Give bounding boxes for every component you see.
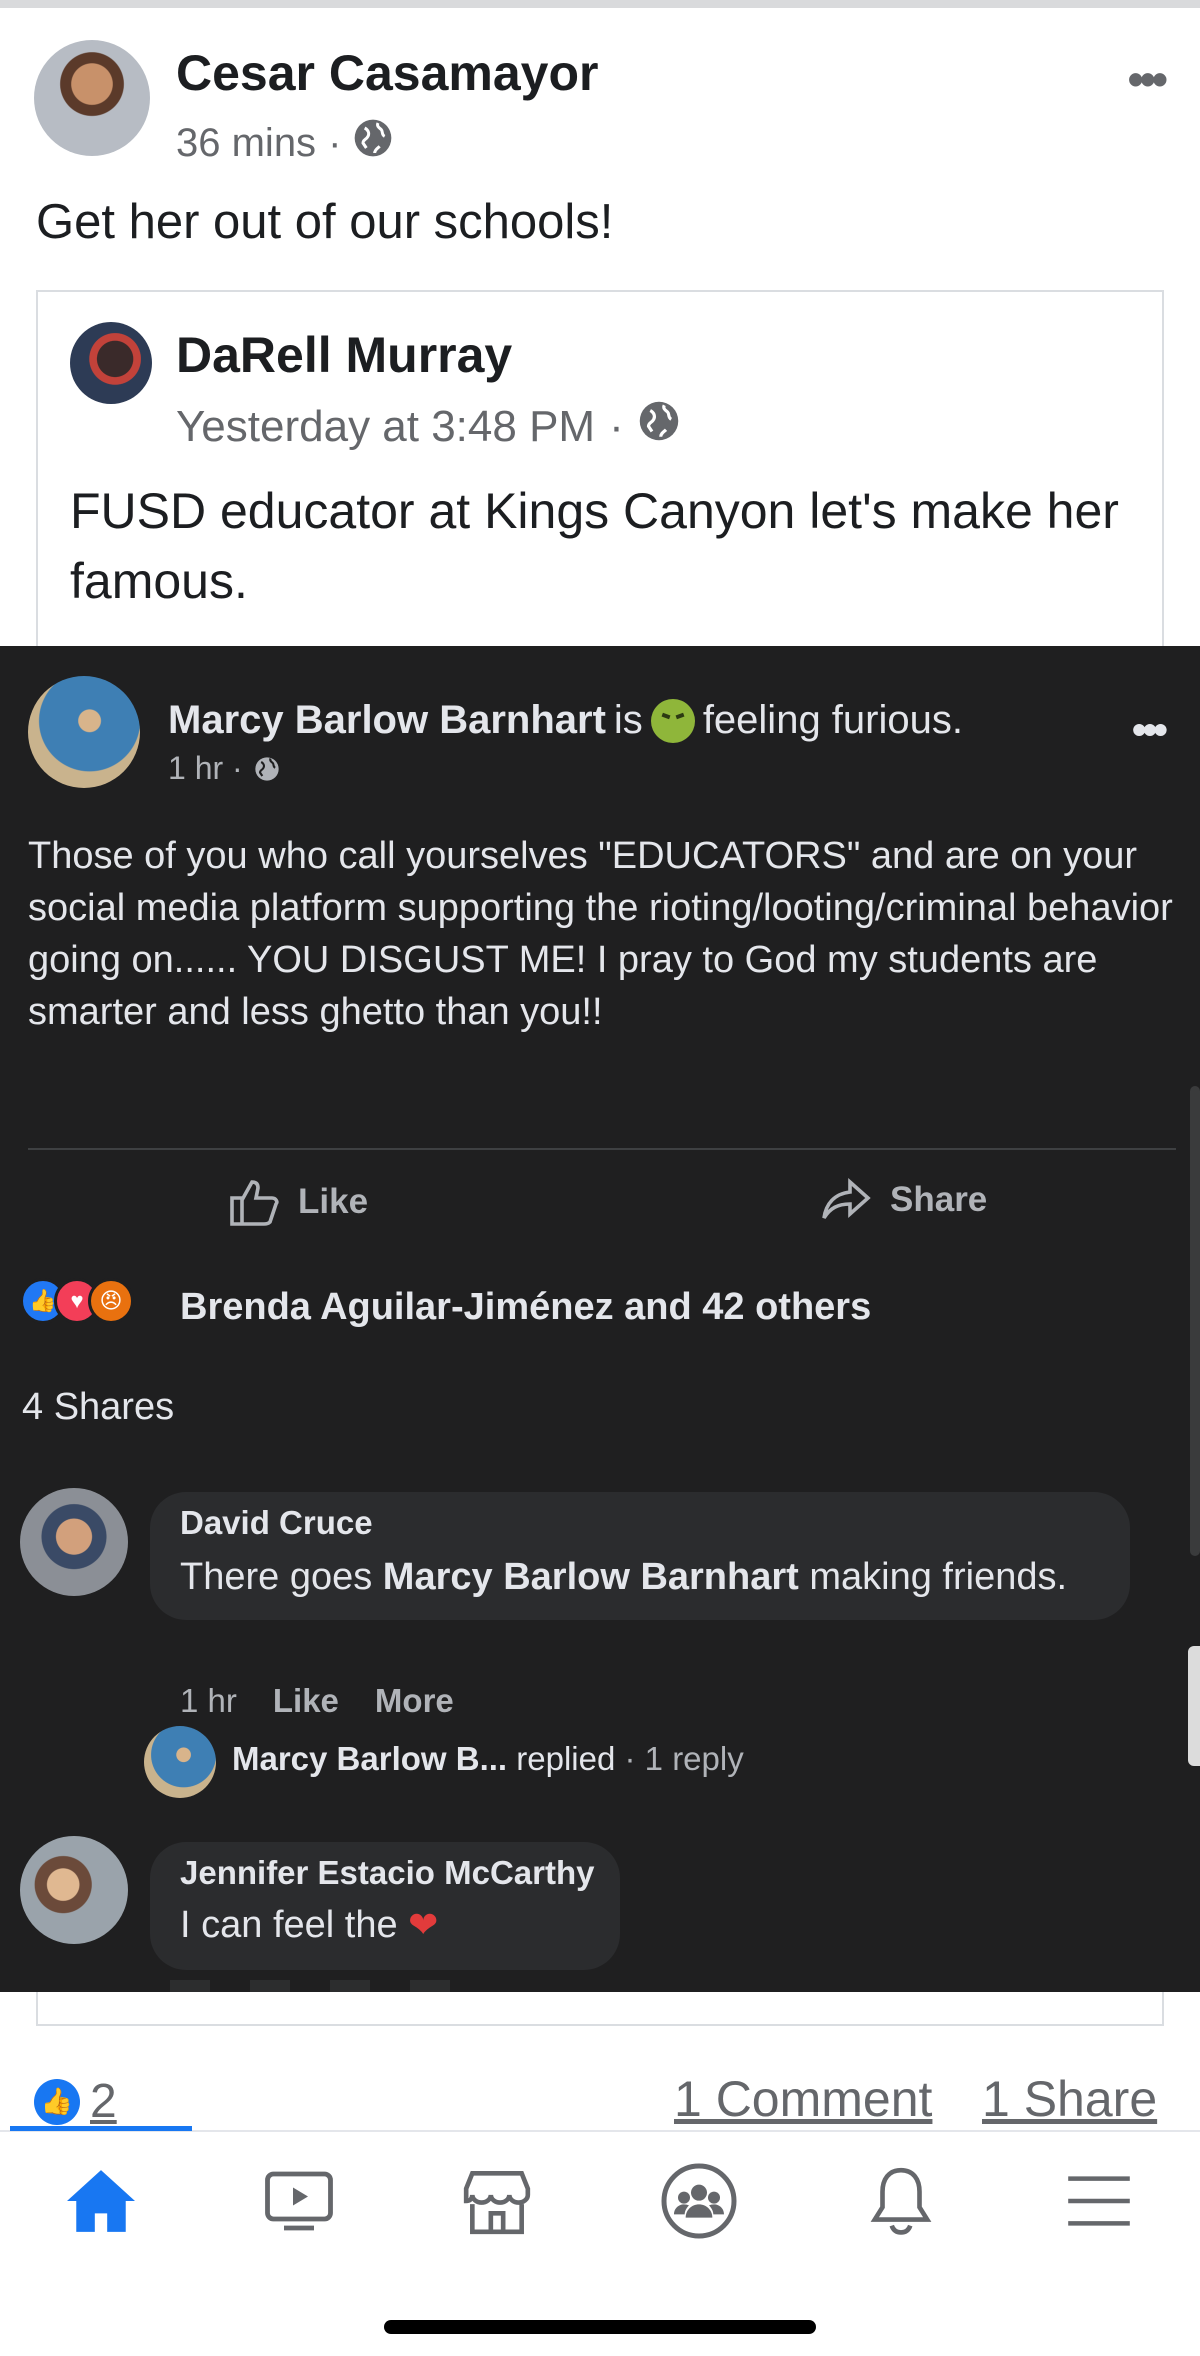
shared-author-name[interactable]: DaRell Murray — [176, 326, 512, 384]
globe-icon — [255, 756, 279, 781]
shared-meta: Yesterday at 3:48 PM · — [176, 400, 680, 453]
heart-icon: ❤ — [408, 1904, 439, 1945]
reply-avatar — [144, 1726, 216, 1798]
embedded-like-button: Like — [226, 1176, 368, 1228]
comment-actions: 1 hr Like More — [180, 1682, 454, 1720]
menu-icon[interactable] — [1054, 2156, 1144, 2246]
like-count[interactable]: 2 — [90, 2074, 117, 2129]
reply-summary: Marcy Barlow B... replied · 1 reply — [232, 1740, 744, 1778]
commenter-name: Jennifer Estacio McCarthy — [180, 1854, 595, 1891]
watch-icon[interactable] — [254, 2156, 344, 2246]
commenter-name: David Cruce — [180, 1504, 373, 1541]
feeling-text: feeling furious. — [702, 698, 963, 742]
angry-reaction-icon: 😠 — [88, 1278, 134, 1324]
comment-more: More — [374, 1682, 454, 1719]
shared-author-avatar[interactable] — [70, 322, 152, 404]
meta-separator: · — [609, 401, 624, 451]
top-divider — [0, 0, 1200, 8]
more-options-icon[interactable]: ••• — [1128, 52, 1168, 106]
divider — [28, 1148, 1176, 1150]
embedded-screenshot[interactable]: Marcy Barlow Barnhart is feeling furious… — [0, 646, 1200, 1992]
comments-link[interactable]: 1 Comment — [674, 2070, 932, 2128]
globe-icon — [353, 118, 393, 168]
like-count-stat[interactable]: 👍 2 — [34, 2074, 117, 2129]
home-icon[interactable] — [56, 2156, 146, 2246]
share-label: Share — [890, 1180, 988, 1219]
post-meta: 36 mins · — [176, 118, 393, 168]
post-author-name[interactable]: Cesar Casamayor — [176, 44, 599, 102]
embedded-author-line: Marcy Barlow Barnhart is feeling furious… — [168, 698, 963, 743]
globe-icon — [638, 400, 680, 453]
reply-count: · 1 reply — [624, 1740, 744, 1777]
post-time[interactable]: 36 mins — [176, 121, 316, 166]
reaction-icons: 👍 ♥ 😠 — [20, 1278, 134, 1324]
reply-action: replied — [516, 1740, 616, 1777]
comment-like: Like — [272, 1682, 339, 1719]
commenter-avatar — [20, 1836, 128, 1944]
embedded-more-icon: ••• — [1131, 706, 1168, 753]
embedded-meta: 1 hr · — [168, 750, 281, 787]
home-indicator[interactable] — [384, 2320, 816, 2334]
shares-link[interactable]: 1 Share — [982, 2070, 1157, 2128]
embedded-author-avatar — [28, 676, 140, 788]
embedded-author-name: Marcy Barlow Barnhart — [168, 698, 606, 742]
shared-time[interactable]: Yesterday at 3:48 PM — [176, 402, 595, 452]
nav-active-indicator — [10, 2126, 192, 2131]
like-badge-icon: 👍 — [34, 2078, 80, 2125]
reaction-summary: Brenda Aguilar-Jiménez and 42 others — [180, 1286, 872, 1328]
embedded-post-text: Those of you who call yourselves "EDUCAT… — [28, 835, 1173, 1033]
comment-text: There goes Marcy Barlow Barnhart making … — [180, 1556, 1068, 1598]
author-avatar[interactable] — [34, 40, 150, 156]
post-text: Get her out of our schools! — [36, 195, 614, 249]
shares-count: 4 Shares — [22, 1386, 175, 1428]
scrollbar — [1190, 1086, 1200, 1556]
scrollbar-edge — [1188, 1646, 1200, 1766]
commenter-avatar — [20, 1488, 128, 1596]
comment-time: 1 hr — [180, 1682, 237, 1719]
reply-author: Marcy Barlow B... — [232, 1740, 508, 1777]
furious-emoji-icon — [650, 698, 695, 743]
embedded-share-button: Share — [818, 1176, 987, 1224]
marketplace-icon[interactable] — [452, 2156, 542, 2246]
shared-post-text: FUSD educator at Kings Canyon let's make… — [70, 483, 1119, 609]
groups-icon[interactable] — [654, 2156, 744, 2246]
like-label: Like — [298, 1182, 369, 1221]
like-icon — [230, 1180, 279, 1226]
comment-text: I can feel the ❤ — [180, 1904, 439, 1946]
share-icon — [822, 1177, 871, 1219]
notifications-icon[interactable] — [856, 2156, 946, 2246]
meta-separator: · — [328, 120, 342, 165]
is-text: is — [613, 698, 643, 742]
embedded-time: 1 hr · — [168, 750, 243, 786]
cropped-text — [170, 1980, 470, 1992]
